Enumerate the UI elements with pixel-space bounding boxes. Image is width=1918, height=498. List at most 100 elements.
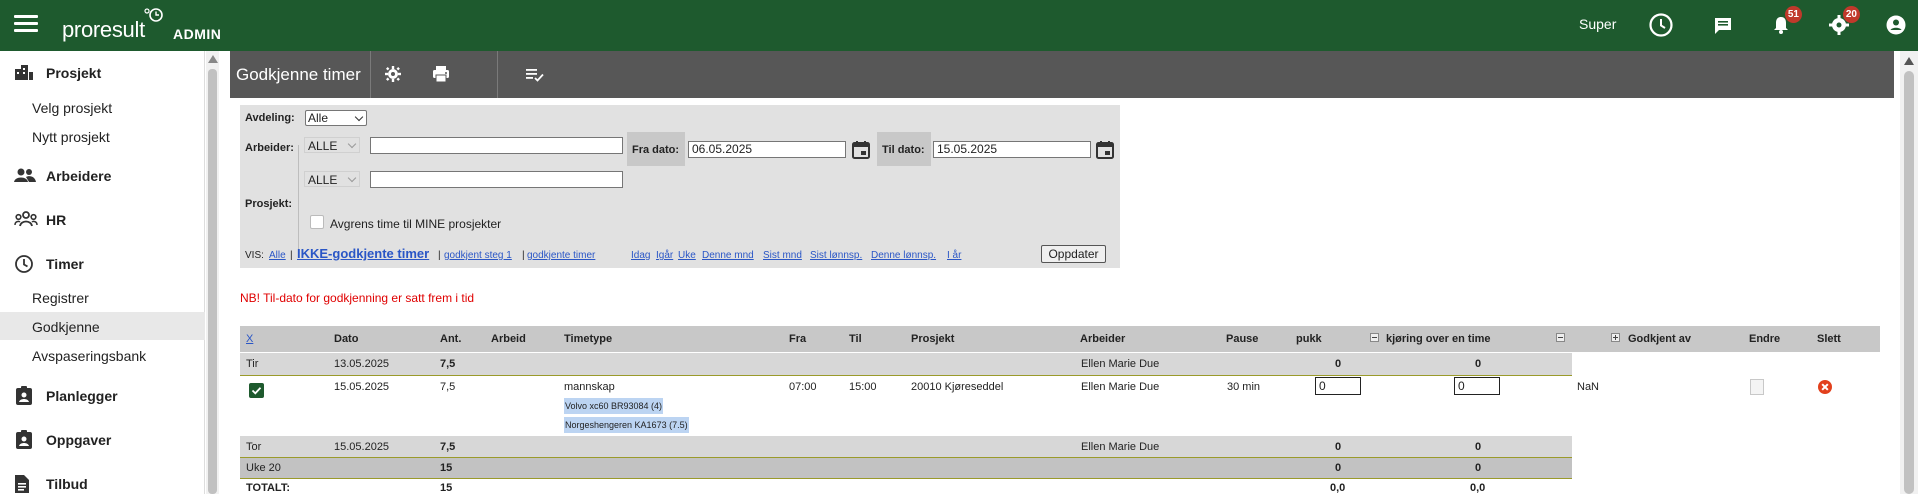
settings-button[interactable]: 20 (1826, 6, 1860, 38)
label-divider (298, 145, 299, 258)
account-icon[interactable] (1885, 14, 1907, 36)
expand-godkjent-icon[interactable] (1611, 333, 1620, 342)
fra-dato-input[interactable]: 06.05.2025 (688, 141, 846, 158)
arbeider-text-input[interactable] (370, 137, 623, 154)
chevron-down-icon (354, 112, 364, 122)
sidebar-item-timer[interactable]: Timer (0, 248, 205, 278)
row-dato: 15.05.2025 (334, 441, 390, 453)
kjoring-input[interactable]: 0 (1454, 377, 1500, 395)
sidebar-item-label: Velg prosjekt (32, 100, 113, 116)
calendar-icon[interactable] (1095, 140, 1115, 160)
row-pukk: 0 (1335, 358, 1342, 370)
period-i-ar-link[interactable]: I år (947, 250, 961, 261)
update-button[interactable]: Oppdater (1041, 245, 1106, 263)
chevron-down-icon (347, 139, 357, 149)
sidebar-item-label: Arbeidere (46, 168, 112, 184)
row-ant: 7,5 (440, 358, 456, 370)
notifications-button[interactable]: 51 (1768, 6, 1802, 38)
period-denne-mnd-link[interactable]: Denne mnd (702, 250, 754, 261)
table-row-entry: 15.05.2025 7,5 mannskap 07:00 15:00 2001… (240, 376, 1832, 436)
scroll-up-arrow-icon[interactable] (208, 55, 218, 63)
period-idag-link[interactable]: Idag (631, 250, 650, 261)
pukk-input[interactable]: 0 (1315, 377, 1361, 395)
toolbar-separator (497, 51, 498, 98)
total-kjoring: 0,0 (1470, 482, 1486, 494)
sidebar-item-label: Planlegger (46, 388, 118, 404)
sidebar-item-prosjekt[interactable]: Prosjekt (0, 57, 205, 87)
clock-icon[interactable] (1648, 12, 1674, 38)
user-name[interactable]: Super (1579, 16, 1616, 32)
row-day: Tir (246, 358, 259, 370)
scrollbar-thumb[interactable] (1904, 71, 1914, 494)
arbeider-select[interactable]: ALLE (304, 137, 360, 153)
edit-icon[interactable] (1750, 379, 1764, 395)
settings-toolbar-button[interactable] (371, 51, 415, 98)
sidebar-scrollbar[interactable] (206, 51, 219, 494)
sidebar-item-label: Prosjekt (46, 65, 102, 81)
sidebar-item-godkjenne[interactable]: Godkjenne (0, 312, 205, 340)
separator: | (438, 250, 441, 261)
collapse-kjoring-icon[interactable] (1556, 333, 1565, 342)
vis-steg1-link[interactable]: godkjent steg 1 (444, 250, 512, 261)
filter-panel: Avdeling: Alle Arbeider: ALLE Fra dato: … (240, 105, 1120, 268)
prosjekt-text-input[interactable] (370, 171, 623, 188)
sidebar-item-velg-prosjekt[interactable]: Velg prosjekt (0, 93, 205, 121)
avdeling-label: Avdeling: (245, 112, 295, 124)
gear-icon (385, 66, 401, 82)
vis-ikke-godkjente-link[interactable]: IKKE-godkjente timer (297, 246, 429, 261)
til-dato-label: Til dato: (882, 144, 925, 156)
row-ant: 7,5 (440, 441, 456, 453)
sidebar-item-hr[interactable]: HR (0, 204, 205, 234)
main-scrollbar[interactable] (1900, 51, 1918, 494)
til-dato-input[interactable]: 15.05.2025 (933, 141, 1091, 158)
period-sist-lonnsp-link[interactable]: Sist lønnsp. (810, 250, 862, 261)
week-kjoring: 0 (1475, 462, 1482, 474)
column-header-endre: Endre (1749, 333, 1781, 345)
period-denne-lonnsp-link[interactable]: Denne lønnsp. (871, 250, 936, 261)
column-header-slett: Slett (1817, 333, 1841, 345)
settings-badge: 20 (1842, 6, 1860, 23)
delete-icon[interactable] (1818, 380, 1832, 394)
document-icon (15, 475, 29, 493)
chat-icon[interactable] (1710, 12, 1736, 38)
print-button[interactable] (419, 51, 463, 98)
vis-alle-link[interactable]: Alle (269, 250, 286, 261)
restrict-my-projects-label: Avgrens time til MINE prosjekter (330, 217, 502, 231)
building-icon (15, 65, 33, 80)
column-header-arbeid: Arbeid (491, 333, 526, 345)
period-sist-mnd-link[interactable]: Sist mnd (763, 250, 802, 261)
avdeling-select[interactable]: Alle (305, 110, 367, 126)
scroll-up-arrow-icon[interactable] (1904, 57, 1914, 65)
vis-label: VIS: (245, 250, 264, 261)
prosjekt-label: Prosjekt: (245, 198, 293, 210)
column-header-arbeider: Arbeider (1080, 333, 1126, 345)
clipboard-person-icon (16, 386, 32, 405)
prosjekt-select[interactable]: ALLE (304, 171, 360, 187)
approve-list-button[interactable] (515, 51, 559, 98)
scrollbar-thumb[interactable] (208, 69, 217, 494)
period-igar-link[interactable]: Igår (656, 250, 673, 261)
sidebar-item-label: Timer (46, 256, 84, 272)
select-all-link[interactable]: X (246, 333, 253, 345)
sidebar-item-planlegger[interactable]: Planlegger (0, 380, 205, 410)
restrict-my-projects-checkbox[interactable] (310, 215, 324, 229)
row-pukk: 0 (1335, 441, 1342, 453)
calendar-icon[interactable] (851, 140, 871, 160)
avdeling-value: Alle (308, 111, 329, 125)
period-uke-link[interactable]: Uke (678, 250, 696, 261)
approve-checkbox[interactable] (249, 383, 264, 398)
sidebar: Prosjekt Velg prosjekt Nytt prosjekt Arb… (0, 51, 205, 494)
total-ant: 15 (440, 482, 453, 494)
sidebar-item-nytt-prosjekt[interactable]: Nytt prosjekt (0, 122, 205, 150)
collapse-pukk-icon[interactable] (1370, 333, 1379, 342)
top-bar: proresult ADMIN Super 51 20 (0, 0, 1918, 51)
logo[interactable]: proresult (62, 17, 145, 43)
sidebar-item-oppgaver[interactable]: Oppgaver (0, 424, 205, 454)
vis-godkjente-link[interactable]: godkjente timer (527, 250, 595, 261)
menu-icon[interactable] (14, 15, 38, 33)
sidebar-item-avspaseringsbank[interactable]: Avspaseringsbank (0, 341, 205, 369)
column-header-prosjekt: Prosjekt (911, 333, 955, 345)
sidebar-item-arbeidere[interactable]: Arbeidere (0, 160, 205, 190)
sidebar-item-registrer[interactable]: Registrer (0, 283, 205, 311)
til-dato-box: Til dato: (877, 132, 931, 166)
